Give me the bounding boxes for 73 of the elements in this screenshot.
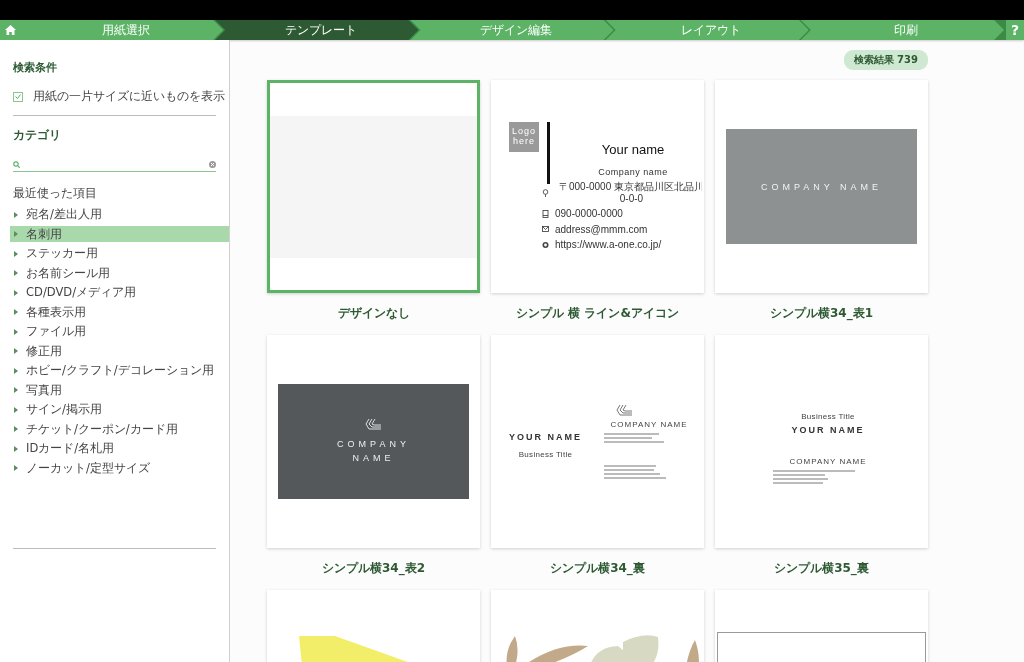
contact-text: https://www.a-one.co.jp/	[555, 239, 662, 251]
clear-icon	[209, 160, 216, 168]
phone-icon	[542, 209, 549, 218]
caret-icon	[14, 250, 18, 257]
company-name: COMPANY NAME	[609, 420, 689, 429]
section-heading: 検索条件	[13, 60, 58, 75]
template-name: シンプル横34_表2	[321, 560, 426, 577]
caret-icon	[14, 465, 18, 472]
template-card[interactable]: Logo here Your name Company name 〒000-0000 東京都品川区北品川0-0-0 090-0000-0000 address@mmm.com https://www.a-one.co.jp/	[491, 80, 704, 293]
person-name: Your name	[600, 142, 666, 157]
caret-icon	[14, 445, 18, 452]
result-count-badge: 検索結果 739	[843, 50, 928, 70]
template-name: シンプル横35_裏	[774, 560, 869, 577]
caret-icon	[14, 387, 18, 394]
contact-text: 090-0000-0000	[555, 208, 623, 220]
category-item[interactable]: ノーカット/定型サイズ	[26, 460, 150, 476]
caret-icon	[14, 426, 18, 433]
contact-text: 〒000-0000 東京都品川区北品川0-0-0	[557, 181, 702, 204]
logo-icon	[365, 418, 382, 430]
template-card[interactable]	[267, 80, 480, 293]
section-heading: カテゴリ	[13, 127, 62, 144]
company-name: COMPANY NAME	[760, 181, 883, 192]
template-name: シンプル横34_裏	[550, 560, 645, 577]
category-item[interactable]: 各種表示用	[26, 304, 86, 320]
category-item[interactable]: 修正用	[26, 343, 62, 359]
caret-icon	[14, 309, 18, 316]
job-title: Business Title	[800, 412, 856, 421]
category-item[interactable]: サイン/掲示用	[26, 402, 102, 418]
category-item[interactable]: ステッカー用	[26, 246, 98, 262]
home-button[interactable]	[0, 20, 20, 40]
caret-icon	[14, 348, 18, 355]
category-item[interactable]: 名刺用	[10, 226, 229, 243]
caret-icon	[14, 367, 18, 374]
template-card[interactable]: YOUR NAME Business Title COMPANY NAME	[491, 335, 704, 548]
company-name: Company name	[597, 167, 669, 177]
caret-icon	[14, 406, 18, 413]
location-pin-icon	[542, 188, 549, 197]
company-name: COMPANY NAME	[788, 457, 868, 466]
template-name: デザインなし	[337, 305, 410, 322]
template-card[interactable]: Business Title YOUR NAME COMPANY NAME	[715, 335, 928, 548]
template-card[interactable]: COMPANY NAME	[267, 335, 480, 548]
checkbox[interactable]	[13, 91, 23, 102]
category-item[interactable]: チケット/クーポン/カード用	[26, 421, 178, 437]
contact-text: address@mmm.com	[555, 223, 648, 235]
category-item[interactable]: 宛名/差出人用	[26, 207, 102, 223]
home-icon	[4, 25, 16, 35]
caret-icon	[14, 231, 18, 238]
category-item[interactable]: お名前シール用	[26, 265, 110, 281]
template-name: シンプル 横 ライン&アイコン	[516, 305, 679, 322]
check-icon	[15, 94, 21, 99]
logo-icon	[616, 404, 633, 416]
job-title: Business Title	[518, 450, 573, 459]
mail-icon	[542, 225, 549, 234]
category-item[interactable]: ホビー/クラフト/デコレーション用	[26, 363, 214, 379]
company-name: COMPANY NAME	[336, 438, 411, 465]
recent-items-label: 最近使った項目	[13, 186, 98, 201]
caret-icon	[14, 289, 18, 296]
search-icon	[13, 160, 20, 168]
caret-icon	[14, 211, 18, 218]
category-item[interactable]: ファイル用	[26, 324, 86, 340]
step-tab[interactable]: テンプレート	[215, 20, 419, 40]
checkbox-label: 用紙の一片サイズに近いものを表示	[33, 89, 225, 104]
person-name: YOUR NAME	[509, 432, 582, 442]
category-item[interactable]: IDカード/名札用	[26, 441, 115, 457]
globe-icon	[542, 240, 549, 249]
category-item[interactable]: 写真用	[26, 382, 62, 398]
logo-placeholder: Logo here	[509, 122, 539, 152]
vertical-rule	[547, 122, 550, 184]
caret-icon	[14, 270, 18, 277]
person-name: YOUR NAME	[790, 425, 866, 435]
template-name: シンプル横34_表1	[769, 305, 874, 322]
category-item[interactable]: CD/DVD/メディア用	[26, 285, 136, 301]
caret-icon	[14, 328, 18, 335]
